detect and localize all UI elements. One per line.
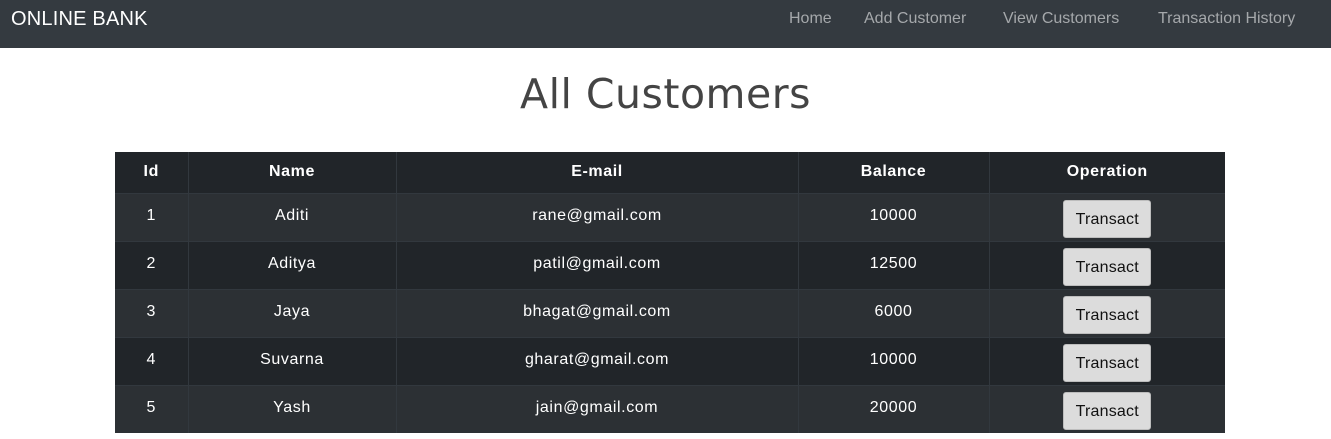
brand-logo[interactable]: ONLINE BANK: [11, 8, 148, 31]
cell-email: bhagat@gmail.com: [395, 288, 798, 337]
cell-operation: Transact: [988, 384, 1225, 433]
table-row: 4 Suvarna gharat@gmail.com 10000 Transac…: [115, 336, 1225, 385]
cell-email: rane@gmail.com: [395, 192, 798, 241]
cell-balance: 10000: [797, 192, 989, 241]
table-row: 1 Aditi rane@gmail.com 10000 Transact: [115, 192, 1225, 241]
cell-balance: 6000: [797, 288, 989, 337]
table-row: 5 Yash jain@gmail.com 20000 Transact: [115, 384, 1225, 433]
cell-email: jain@gmail.com: [395, 384, 798, 433]
column-header-email: E-mail: [395, 152, 798, 194]
nav-home-link[interactable]: Home: [789, 10, 832, 28]
customers-table: Id Name E-mail Balance Operation 1 Aditi…: [115, 152, 1225, 433]
nav-add-customer-link[interactable]: Add Customer: [864, 10, 966, 28]
cell-email: gharat@gmail.com: [395, 336, 798, 385]
column-header-operation: Operation: [988, 152, 1225, 194]
cell-name: Suvarna: [187, 336, 396, 385]
cell-operation: Transact: [988, 192, 1225, 241]
table-row: 2 Aditya patil@gmail.com 12500 Transact: [115, 240, 1225, 289]
cell-balance: 12500: [797, 240, 989, 289]
cell-id: 1: [115, 192, 188, 241]
cell-balance: 20000: [797, 384, 989, 433]
cell-operation: Transact: [988, 336, 1225, 385]
cell-operation: Transact: [988, 288, 1225, 337]
cell-name: Yash: [187, 384, 396, 433]
column-header-name: Name: [187, 152, 396, 194]
cell-id: 4: [115, 336, 188, 385]
transact-button[interactable]: Transact: [1063, 199, 1152, 238]
table-row: 3 Jaya bhagat@gmail.com 6000 Transact: [115, 288, 1225, 337]
column-header-balance: Balance: [797, 152, 989, 194]
cell-operation: Transact: [988, 240, 1225, 289]
cell-email: patil@gmail.com: [395, 240, 798, 289]
transact-button[interactable]: Transact: [1063, 391, 1152, 430]
page-title: All Customers: [520, 70, 811, 118]
nav-view-customers-link[interactable]: View Customers: [1003, 10, 1119, 28]
cell-id: 3: [115, 288, 188, 337]
column-header-id: Id: [115, 152, 188, 194]
transact-button[interactable]: Transact: [1063, 343, 1152, 382]
cell-id: 5: [115, 384, 188, 433]
navbar: ONLINE BANK Home Add Customer View Custo…: [0, 0, 1331, 48]
cell-id: 2: [115, 240, 188, 289]
cell-balance: 10000: [797, 336, 989, 385]
table-header-row: Id Name E-mail Balance Operation: [115, 152, 1225, 194]
transact-button[interactable]: Transact: [1063, 295, 1152, 334]
cell-name: Aditya: [187, 240, 396, 289]
transact-button[interactable]: Transact: [1063, 247, 1152, 286]
cell-name: Aditi: [187, 192, 396, 241]
nav-transaction-history-link[interactable]: Transaction History: [1158, 10, 1295, 28]
cell-name: Jaya: [187, 288, 396, 337]
